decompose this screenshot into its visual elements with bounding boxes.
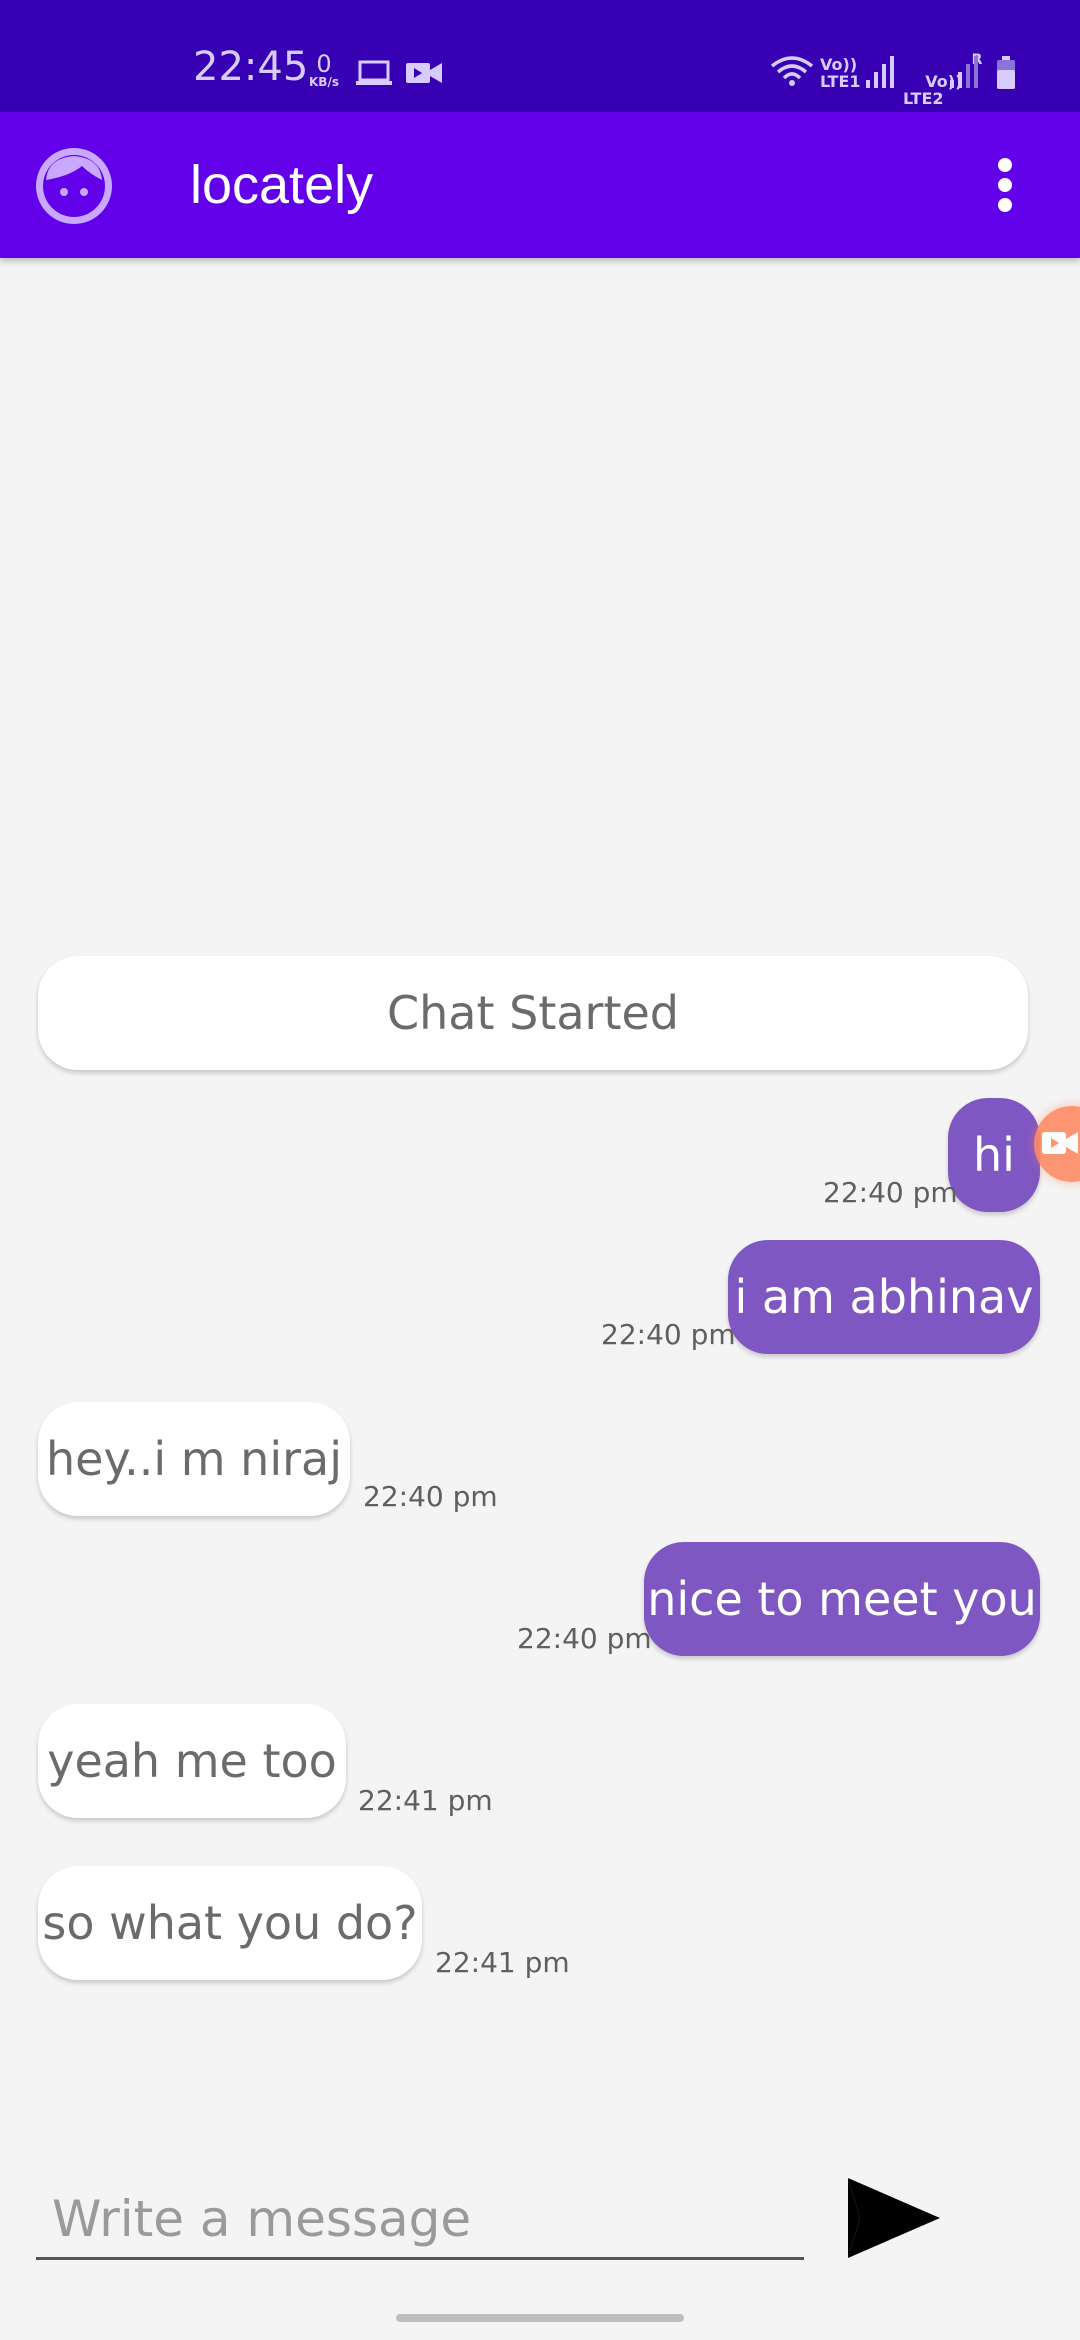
message-bubble-outgoing[interactable]: nice to meet you [644,1542,1040,1656]
message-bubble-outgoing[interactable]: hi [948,1098,1040,1212]
laptop-icon [356,60,392,85]
sim1-indicator: Vo)) LTE1 [820,55,861,91]
video-record-icon [1042,1132,1078,1154]
app-bar: locately [0,112,1080,258]
message-bubble-incoming[interactable]: hey..i m niraj [38,1402,350,1516]
signal-icon [950,56,978,88]
more-vert-icon[interactable] [980,152,1030,218]
message-bubble-incoming[interactable]: so what you do? [38,1866,422,1980]
video-record-icon [406,63,442,83]
message-timestamp: 22:40 pm [823,1176,958,1209]
battery-icon [997,56,1015,89]
face-icon[interactable] [34,146,114,226]
chat-started-banner: Chat Started [38,956,1028,1070]
message-timestamp: 22:40 pm [601,1318,736,1351]
home-indicator[interactable] [396,2314,684,2322]
send-icon [848,2178,940,2258]
menu-dot [998,158,1012,172]
status-time: 22:45 [193,44,309,90]
message-timestamp: 22:41 pm [435,1946,570,1979]
message-timestamp: 22:40 pm [517,1622,652,1655]
message-timestamp: 22:41 pm [358,1784,493,1817]
screen-recorder-bubble[interactable] [1034,1106,1080,1182]
wifi-icon [770,56,814,86]
menu-dot [998,198,1012,212]
message-input[interactable] [36,2180,804,2260]
message-bubble-outgoing[interactable]: i am abhinav [728,1240,1040,1354]
menu-dot [998,178,1012,192]
network-speed-value: 0 [316,50,332,78]
app-title: locately [190,155,374,215]
message-timestamp: 22:40 pm [363,1480,498,1513]
signal-icon [866,56,894,88]
status-bar: 22:45 0 KB/s Vo)) LTE1 Vo)) LTE2 R [0,0,1080,112]
send-button[interactable] [846,2176,942,2260]
network-speed-unit: KB/s [309,75,339,89]
message-bubble-incoming[interactable]: yeah me too [38,1704,346,1818]
network-speed: 0 KB/s [304,52,344,88]
